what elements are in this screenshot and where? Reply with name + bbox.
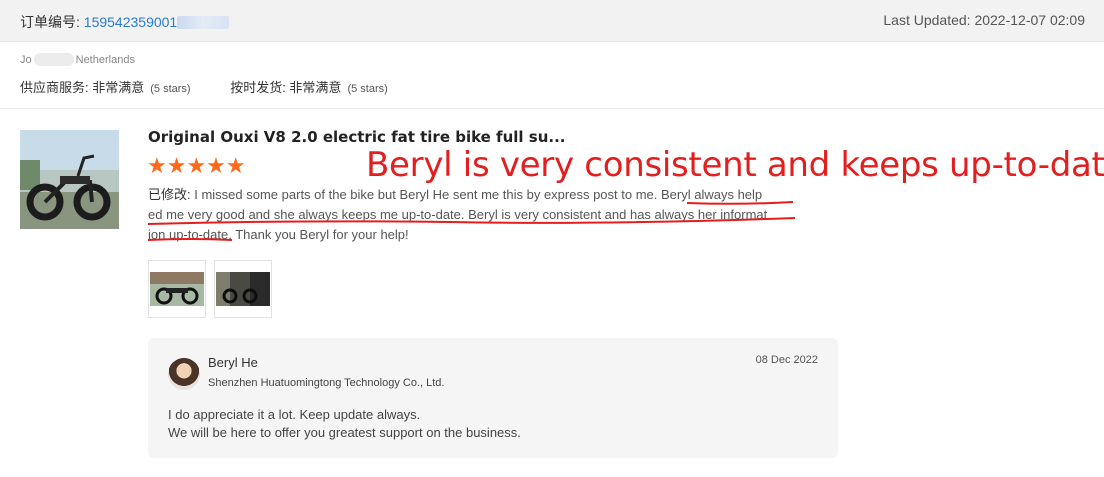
section-divider	[0, 108, 1104, 109]
order-label-text: 订单编号:	[20, 14, 84, 30]
buyer-info: Jo Netherlands	[20, 53, 135, 66]
order-number-link[interactable]: 159542359001	[84, 14, 177, 30]
seller-ratings: 供应商服务: 非常满意 (5 stars) 按时发货: 非常满意 (5 stars)	[20, 77, 424, 96]
red-annotation: Beryl is very consistent and keeps up-to…	[366, 145, 1104, 185]
review-line-2: ed me very good and she always keeps me …	[148, 207, 768, 222]
reply-company: Shenzhen Huatuomingtong Technology Co., …	[208, 377, 445, 389]
buyer-name-redaction	[33, 53, 74, 66]
review-photo-2[interactable]	[214, 260, 272, 318]
review-photo-1-icon	[150, 272, 204, 306]
review-line-3: ion up-to-date. Thank you Beryl for your…	[148, 227, 409, 242]
review-line-1-text: I missed some parts of the bike but Bery…	[190, 187, 763, 202]
reply-line-2: We will be here to offer you greatest su…	[168, 425, 521, 440]
review-photo-2-icon	[216, 272, 270, 306]
supplier-service-rating: 供应商服务: 非常满意 (5 stars)	[20, 80, 191, 95]
product-image[interactable]	[20, 130, 119, 229]
shipping-label: 按时发货: 非常满意	[230, 80, 342, 95]
last-updated: Last Updated: 2022-12-07 02:09	[883, 12, 1085, 28]
reply-line-1: I do appreciate it a lot. Keep update al…	[168, 407, 421, 422]
buyer-country: Netherlands	[75, 54, 135, 66]
bike-photo-icon	[20, 130, 119, 229]
product-title[interactable]: Original Ouxi V8 2.0 electric fat tire b…	[148, 128, 565, 146]
order-number-redaction	[177, 16, 230, 29]
reply-author-name: Beryl He	[208, 355, 258, 370]
rating-stars: ★★★★★	[147, 153, 246, 178]
avatar	[168, 358, 200, 390]
review-line-1: 已修改: I missed some parts of the bike but…	[148, 185, 808, 205]
review-photo-1[interactable]	[148, 260, 206, 318]
seller-reply: Beryl He Shenzhen Huatuomingtong Technol…	[148, 338, 838, 458]
supplier-service-label: 供应商服务: 非常满意	[20, 80, 145, 95]
buyer-name: Jo	[20, 54, 32, 66]
order-number-label: 订单编号: 159542359001	[20, 12, 230, 32]
edited-label: 已修改:	[148, 187, 191, 202]
reply-date: 08 Dec 2022	[755, 354, 818, 366]
shipping-rating: 按时发货: 非常满意 (5 stars)	[230, 80, 388, 95]
reply-text: I do appreciate it a lot. Keep update al…	[168, 406, 521, 442]
order-header: 订单编号: 159542359001 Last Updated: 2022-12…	[0, 0, 1104, 42]
shipping-stars: (5 stars)	[347, 83, 388, 95]
review-text: 已修改: I missed some parts of the bike but…	[148, 185, 808, 245]
supplier-service-stars: (5 stars)	[150, 83, 191, 95]
